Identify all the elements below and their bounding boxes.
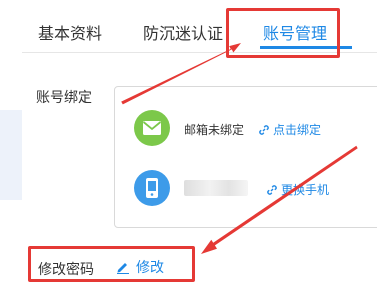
- account-settings-page: 基本资料 防沉迷认证 账号管理 账号绑定 邮箱未绑定 点击绑定 更换手机 修改密…: [0, 0, 377, 283]
- sidebar-selected-band: [0, 110, 22, 200]
- link-icon: [267, 185, 277, 195]
- link-icon: [259, 125, 269, 135]
- left-sidebar-edge: [0, 0, 22, 283]
- tab-basic-info[interactable]: 基本资料: [38, 20, 102, 44]
- bind-email-link[interactable]: 点击绑定: [258, 121, 321, 138]
- bind-email-link-label: 点击绑定: [273, 123, 322, 137]
- mail-icon: [134, 110, 170, 146]
- account-binding-label: 账号绑定: [36, 90, 92, 106]
- email-status: 邮箱未绑定: [184, 123, 245, 137]
- password-annotation-box: [28, 246, 195, 282]
- change-phone-link-label: 更换手机: [281, 183, 330, 197]
- tab-anti-addiction[interactable]: 防沉迷认证: [143, 20, 223, 44]
- masked-phone-number: [184, 180, 248, 196]
- binding-panel: [114, 86, 377, 228]
- change-phone-link[interactable]: 更换手机: [266, 181, 329, 198]
- tab-annotation-box: [226, 8, 340, 58]
- phone-icon: [134, 170, 170, 206]
